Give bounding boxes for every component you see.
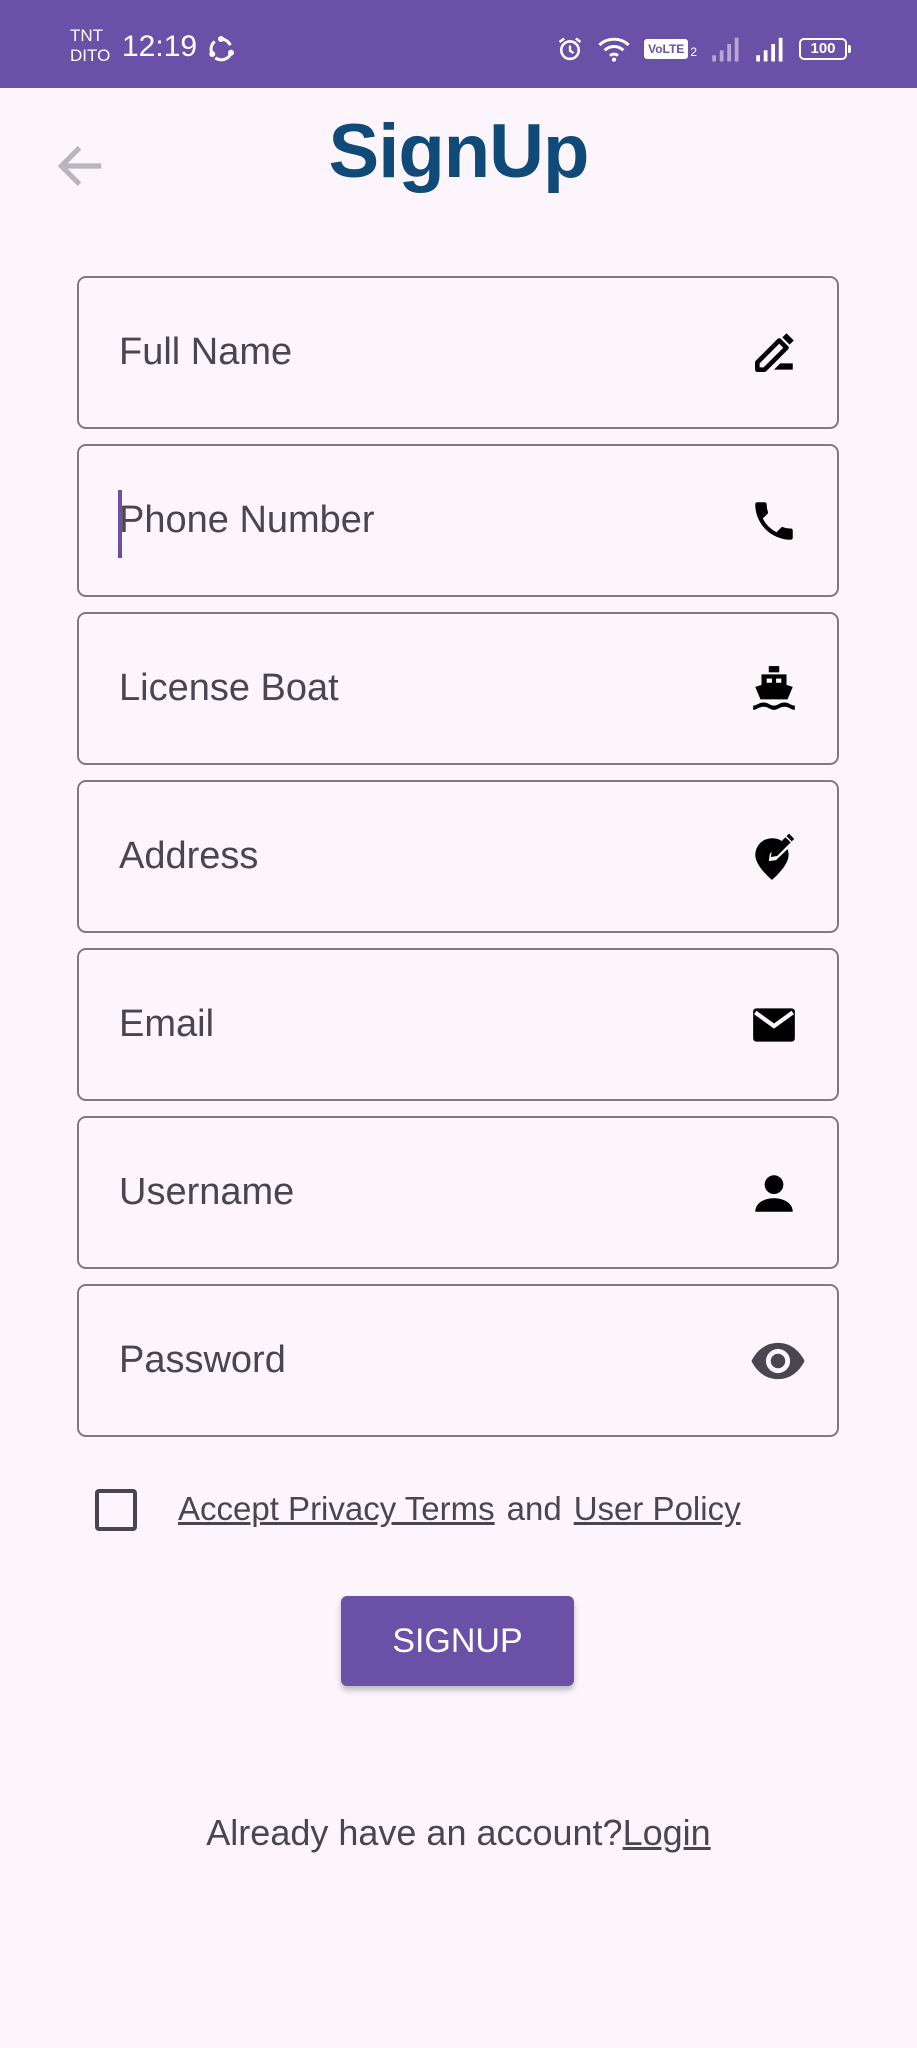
username-field[interactable]: Username — [77, 1116, 839, 1269]
status-icons: VoLTE 2 100 — [556, 34, 851, 64]
full-name-field[interactable]: Full Name — [77, 276, 839, 429]
email-icon — [753, 1007, 795, 1042]
status-bar: TNT DITO 12:19 VoLTE 2 100 — [0, 0, 917, 88]
person-icon — [755, 1174, 793, 1212]
login-link[interactable]: Login — [623, 1812, 711, 1853]
terms-checkbox[interactable] — [95, 1489, 137, 1531]
carrier-line-2: DITO — [70, 46, 111, 65]
login-prompt-text: Already have an account? — [206, 1812, 623, 1853]
carrier-line-1: TNT — [70, 26, 104, 45]
volte-badge: VoLTE — [644, 39, 689, 59]
page-title: SignUp — [328, 109, 590, 194]
privacy-terms-link[interactable]: Accept Privacy Terms — [178, 1490, 495, 1527]
login-prompt-row: Already have an account?Login — [0, 1808, 917, 1858]
sync-icon — [209, 36, 234, 62]
battery-indicator: 100 — [799, 38, 851, 60]
edit-location-icon — [755, 833, 795, 880]
eye-icon[interactable] — [749, 1332, 807, 1390]
address-field[interactable]: Address — [77, 780, 839, 933]
signup-button[interactable]: SIGNUP — [341, 1596, 574, 1686]
terms-row: Accept Privacy Terms and User Policy — [178, 1484, 741, 1534]
carrier-label: TNT DITO — [70, 26, 110, 66]
phone-icon — [755, 501, 793, 540]
address-label: Address — [119, 835, 259, 877]
full-name-label: Full Name — [119, 331, 293, 373]
password-label: Password — [119, 1339, 286, 1381]
user-policy-link[interactable]: User Policy — [574, 1490, 741, 1527]
email-field[interactable]: Email — [77, 948, 839, 1101]
wifi-icon — [598, 37, 630, 62]
signal-sim2-icon — [756, 37, 783, 62]
phone-number-label: Phone Number — [119, 499, 375, 541]
signal-sim1-icon — [712, 37, 739, 62]
status-time: 12:19 — [122, 30, 198, 63]
alarm-icon — [558, 37, 582, 61]
phone-number-field[interactable]: Phone Number — [77, 444, 839, 597]
username-label: Username — [119, 1171, 295, 1213]
email-label: Email — [119, 1003, 215, 1045]
edit-pen-icon — [755, 332, 794, 372]
license-boat-field[interactable]: License Boat — [77, 612, 839, 765]
sim-index: 2 — [690, 45, 697, 59]
boat-icon — [753, 665, 795, 710]
password-field[interactable]: Password — [77, 1284, 839, 1437]
license-boat-label: License Boat — [119, 667, 339, 709]
terms-and-text: and — [506, 1490, 562, 1527]
